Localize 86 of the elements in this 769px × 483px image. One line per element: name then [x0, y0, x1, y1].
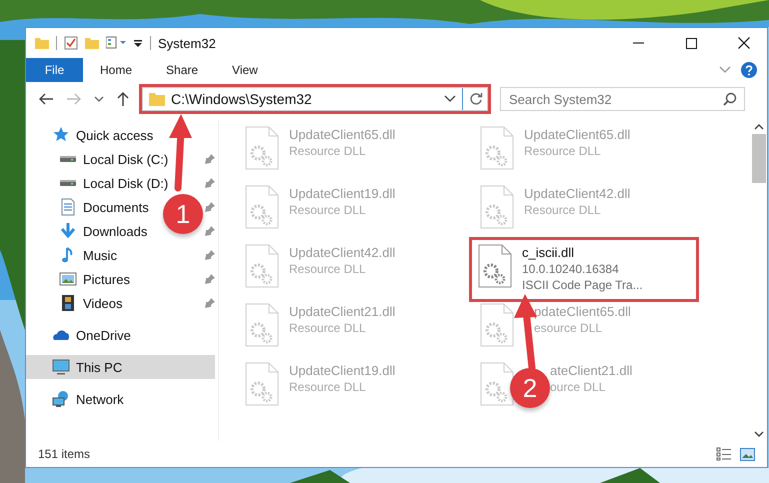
- file-name: UpdateClient19.dll: [289, 363, 396, 378]
- ribbon-tab[interactable]: View: [215, 58, 275, 82]
- gear-file-icon: [478, 244, 512, 288]
- file-name: UpdateClient42.dll: [289, 245, 396, 260]
- nav-item[interactable]: Network: [26, 387, 130, 411]
- nav-item[interactable]: Documents: [26, 195, 155, 219]
- checklist-icon[interactable]: [64, 36, 78, 50]
- file-detail: esource DLL: [534, 321, 604, 335]
- file-name: UpdateClient42.dll: [524, 186, 630, 201]
- ribbon-tab[interactable]: Share: [149, 58, 216, 82]
- file-name: UpdateClient65.dll: [289, 127, 396, 142]
- gear-file-icon: [245, 362, 279, 406]
- folder-icon: [35, 37, 49, 49]
- nav-item[interactable]: Downloads: [26, 219, 154, 243]
- nav-item[interactable]: Pictures: [26, 267, 136, 291]
- file-name: pdateClient65.dll: [534, 304, 631, 319]
- gear-file-icon: [480, 126, 514, 170]
- file-detail: Resource DLL: [524, 203, 602, 217]
- minimize-icon: [632, 42, 644, 44]
- file-name: UpdateClient19.dll: [289, 186, 396, 201]
- file-name: UpdateClient21.dll: [289, 304, 396, 319]
- folder-icon: [149, 92, 165, 106]
- monitor-icon: [52, 358, 70, 376]
- file-detail: Resource DLL: [289, 144, 367, 158]
- search-field[interactable]: Search System32: [500, 87, 745, 111]
- pin-icon[interactable]: [205, 226, 215, 236]
- star-icon: [52, 126, 70, 144]
- file-menu-button[interactable]: File: [26, 58, 83, 82]
- pin-icon[interactable]: [205, 250, 215, 260]
- nav-item[interactable]: Quick access: [26, 123, 160, 147]
- gear-file-icon: [480, 303, 514, 347]
- help-icon[interactable]: [741, 62, 757, 78]
- large-icons-view-icon[interactable]: [740, 448, 755, 460]
- dropdown-icon[interactable]: [133, 38, 143, 48]
- nav-item[interactable]: Local Disk (C:): [26, 147, 174, 171]
- search-icon[interactable]: [723, 92, 737, 106]
- gear-file-icon: [245, 185, 279, 229]
- nav-item[interactable]: This PC: [26, 355, 215, 379]
- pin-icon[interactable]: [205, 298, 215, 308]
- file-detail: ISCII Code Page Tra...: [522, 278, 643, 292]
- file-detail: Resource DLL: [289, 262, 367, 276]
- chevron-down-icon[interactable]: [94, 95, 104, 103]
- download-arrow-icon: [59, 222, 77, 240]
- scroll-up-icon[interactable]: [754, 123, 764, 130]
- file-name: c_iscii.dll: [522, 245, 576, 260]
- file-detail: Resource DLL: [289, 380, 367, 394]
- nav-item[interactable]: Videos: [26, 291, 129, 315]
- file-name: ateClient21.dll: [550, 363, 632, 378]
- address-bar[interactable]: C:\Windows\System32: [142, 87, 488, 111]
- pin-icon[interactable]: [205, 202, 215, 212]
- file-detail: Resource DLL: [524, 144, 602, 158]
- address-path: C:\Windows\System32: [171, 91, 312, 107]
- ribbon-tab[interactable]: Home: [83, 58, 150, 82]
- nav-item[interactable]: OneDrive: [26, 323, 137, 347]
- refresh-icon[interactable]: [469, 92, 483, 106]
- gear-file-icon: [480, 362, 514, 406]
- pin-icon[interactable]: [205, 154, 215, 164]
- document-icon: [59, 198, 77, 216]
- chevron-down-icon[interactable]: [444, 95, 456, 103]
- details-view-icon[interactable]: [716, 447, 732, 461]
- pin-icon[interactable]: [205, 178, 215, 188]
- nav-item[interactable]: Music: [26, 243, 123, 267]
- scrollbar-thumb[interactable]: [752, 134, 766, 183]
- nav-item[interactable]: Local Disk (D:): [26, 171, 174, 195]
- window-title: System32: [158, 36, 216, 50]
- back-arrow-icon[interactable]: [38, 92, 54, 106]
- properties-icon[interactable]: [106, 36, 126, 50]
- gear-file-icon: [245, 244, 279, 288]
- file-detail: 10.0.10240.16384: [522, 262, 620, 276]
- file-name: UpdateClient65.dll: [524, 127, 630, 142]
- picture-frame-icon: [59, 270, 77, 288]
- gear-file-icon: [245, 303, 279, 347]
- close-icon: [738, 37, 750, 49]
- maximize-icon: [686, 38, 696, 48]
- file-detail: Resource DLL: [289, 321, 367, 335]
- gear-file-icon: [480, 185, 514, 229]
- highlighted-file-item[interactable]: c_iscii.dll 10.0.10240.16384 ISCII Code Page Tra...: [472, 240, 696, 299]
- file-detail: ource DLL: [550, 380, 606, 394]
- file-detail: Resource DLL: [289, 203, 367, 217]
- scroll-down-icon[interactable]: [754, 431, 764, 438]
- up-arrow-icon[interactable]: [116, 91, 130, 107]
- film-strip-icon: [59, 294, 77, 312]
- item-count: 151 items: [38, 447, 90, 461]
- pin-icon[interactable]: [205, 274, 215, 284]
- network-globe-icon: [52, 390, 70, 408]
- gear-file-icon: [245, 126, 279, 170]
